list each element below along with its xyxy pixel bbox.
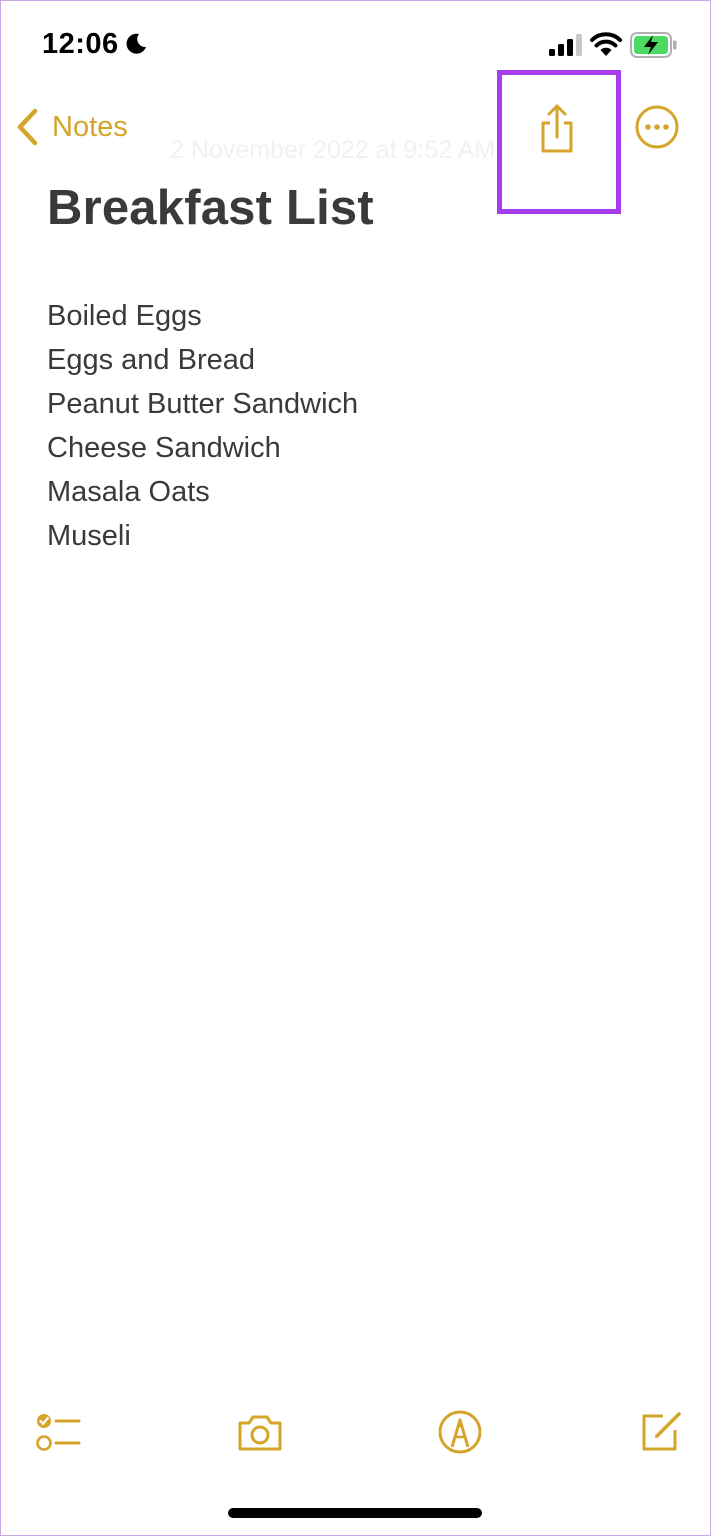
- checklist-icon: [36, 1414, 81, 1451]
- note-body[interactable]: Boiled Eggs Eggs and Bread Peanut Butter…: [47, 294, 358, 558]
- moon-icon: [126, 33, 146, 54]
- list-item[interactable]: Museli: [47, 514, 358, 558]
- chevron-left-icon: [17, 108, 38, 146]
- bottom-toolbar: [0, 1404, 711, 1464]
- note-date: 2 November 2022 at 9:52 AM: [170, 136, 496, 164]
- compose-button[interactable]: [632, 1404, 688, 1460]
- share-highlight-box: [497, 70, 621, 214]
- camera-icon: [238, 1415, 282, 1451]
- list-item[interactable]: Cheese Sandwich: [47, 426, 358, 470]
- markup-icon: [438, 1410, 482, 1454]
- list-item[interactable]: Peanut Butter Sandwich: [47, 382, 358, 426]
- more-options-button[interactable]: [634, 104, 680, 150]
- wifi-icon: [590, 32, 622, 56]
- camera-button[interactable]: [232, 1404, 288, 1460]
- note-title[interactable]: Breakfast List: [47, 180, 374, 236]
- list-item[interactable]: Eggs and Bread: [47, 338, 358, 382]
- home-indicator[interactable]: [228, 1508, 482, 1518]
- markup-button[interactable]: [432, 1404, 488, 1460]
- checklist-button[interactable]: [30, 1404, 86, 1460]
- back-label: Notes: [52, 110, 128, 143]
- signal-icon: [549, 34, 582, 56]
- more-icon: [635, 105, 679, 149]
- list-item[interactable]: Masala Oats: [47, 470, 358, 514]
- compose-icon: [642, 1412, 681, 1451]
- list-item[interactable]: Boiled Eggs: [47, 294, 358, 338]
- battery-charging-icon: [630, 32, 677, 58]
- back-to-notes-button[interactable]: Notes: [14, 104, 128, 150]
- status-time: 12:06: [42, 28, 119, 60]
